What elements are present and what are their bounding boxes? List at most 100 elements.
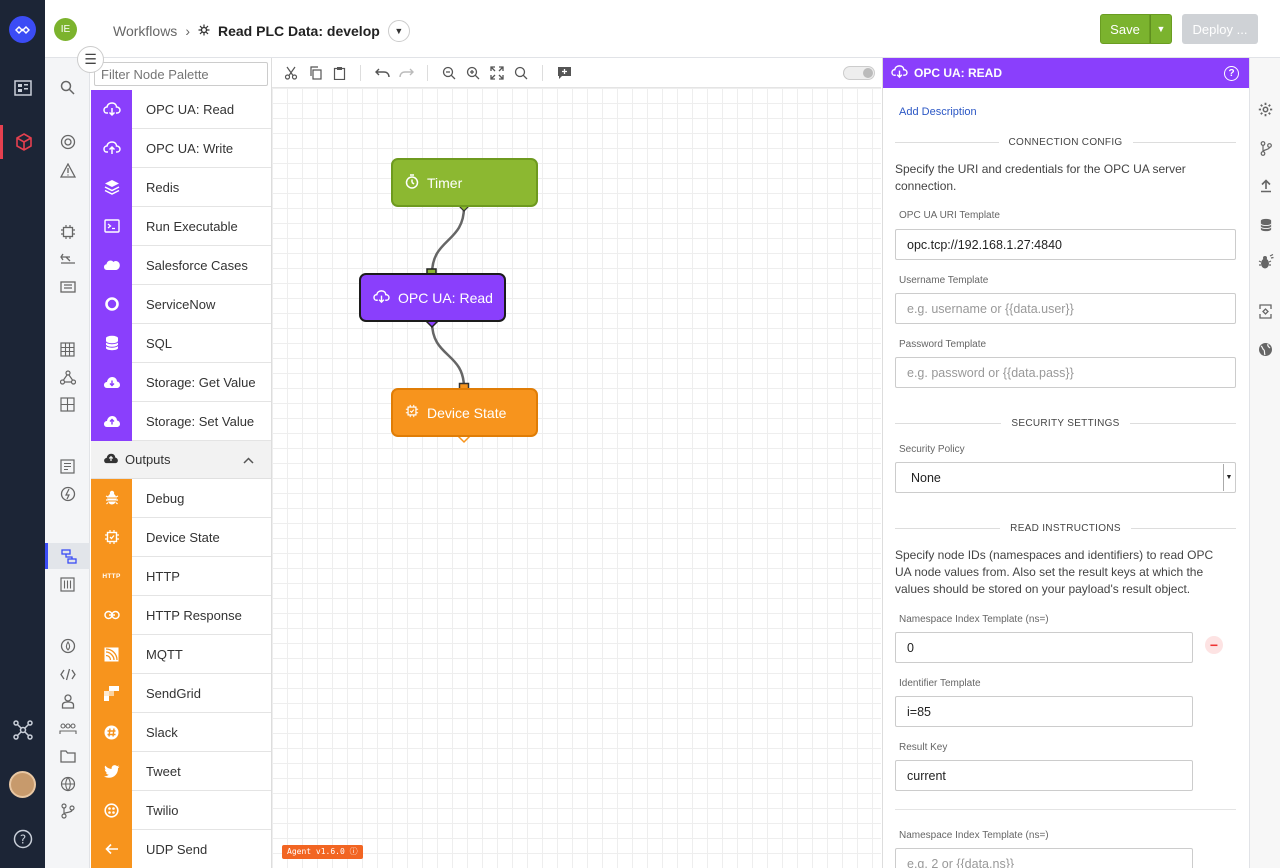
- palette-item-label: Device State: [146, 529, 220, 545]
- chevron-up-icon[interactable]: [243, 452, 254, 467]
- webhooks-icon[interactable]: [45, 274, 90, 300]
- palette-item-udp-send[interactable]: UDP Send: [91, 829, 271, 868]
- link-icon: [91, 595, 132, 635]
- palette-item-opcua-read[interactable]: OPC UA: Read: [91, 89, 271, 129]
- team-icon[interactable]: [45, 716, 90, 742]
- palette-item-storage-get-value[interactable]: Storage: Get Value: [91, 362, 271, 402]
- palette-item-label: MQTT: [146, 646, 183, 662]
- dashboards-icon[interactable]: [0, 71, 45, 105]
- palette-item-mqtt[interactable]: MQTT: [91, 634, 271, 674]
- slack-icon: [91, 712, 132, 752]
- edge-compute-chip-icon[interactable]: [45, 219, 90, 245]
- palette-item-opcua-write[interactable]: OPC UA: Write: [91, 128, 271, 168]
- palette-item-label: Storage: Get Value: [146, 374, 256, 390]
- node-device-state[interactable]: Device State: [391, 388, 538, 437]
- palette-item-run-executable[interactable]: Run Executable: [91, 206, 271, 246]
- workflow-version-dropdown-icon[interactable]: ▼: [387, 20, 410, 42]
- top-bar: IE Workflows › Read PLC Data: develop ▼ …: [45, 0, 1280, 58]
- opcua-uri-input[interactable]: opc.tcp://192.168.1.27:4840: [895, 229, 1236, 260]
- section-connection-config: CONNECTION CONFIG: [895, 135, 1236, 149]
- remove-instruction-icon[interactable]: −: [1205, 636, 1223, 654]
- folder-icon[interactable]: [45, 743, 90, 769]
- globe-icon[interactable]: [45, 771, 90, 797]
- help-icon[interactable]: ?: [1224, 65, 1239, 81]
- palette-item-label: Run Executable: [146, 218, 238, 234]
- app-nav-column: [45, 58, 90, 868]
- palette-item-http-response[interactable]: HTTP Response: [91, 595, 271, 635]
- security-policy-value: None: [911, 470, 941, 485]
- notebooks-icon[interactable]: [45, 633, 90, 659]
- device-state-icon: [91, 517, 132, 557]
- palette-item-slack[interactable]: Slack: [91, 712, 271, 752]
- versions-branch-icon[interactable]: [1250, 136, 1280, 160]
- palette-item-sendgrid[interactable]: SendGrid: [91, 673, 271, 713]
- data-tables-icon[interactable]: [45, 336, 90, 362]
- network-hub-icon[interactable]: [0, 713, 45, 747]
- code-icon[interactable]: [45, 661, 90, 687]
- save-button[interactable]: Save: [1100, 14, 1150, 44]
- events-warning-icon[interactable]: [45, 157, 90, 183]
- palette-item-servicenow[interactable]: ServiceNow: [91, 284, 271, 324]
- workflow-icon: [198, 23, 210, 39]
- menu-toggle-icon[interactable]: ☰: [77, 46, 104, 73]
- integrations-icon[interactable]: [45, 247, 90, 273]
- help-icon[interactable]: ?: [0, 822, 45, 856]
- palette-item-debug[interactable]: Debug: [91, 478, 271, 518]
- storage-database-icon[interactable]: [1250, 213, 1280, 237]
- resources-icon[interactable]: [45, 364, 90, 390]
- palette-item-label: Twilio: [146, 802, 179, 818]
- user-avatar[interactable]: [9, 771, 36, 798]
- agent-version-badge[interactable]: Agent v1.6.0 ⓘ: [282, 845, 363, 859]
- palette-item-sql[interactable]: SQL: [91, 323, 271, 363]
- org-badge[interactable]: IE: [54, 18, 77, 41]
- add-description-link[interactable]: Add Description: [899, 106, 977, 118]
- arrow-left-icon: [91, 829, 132, 868]
- palette-item-twilio[interactable]: Twilio: [91, 790, 271, 830]
- instruction-divider: [895, 809, 1236, 810]
- username-input[interactable]: e.g. username or {{data.user}}: [895, 293, 1236, 324]
- applications-cube-icon[interactable]: [0, 125, 45, 159]
- deploy-upload-icon[interactable]: [1250, 174, 1280, 198]
- globals-globe-icon[interactable]: [1250, 337, 1280, 361]
- palette-item-http[interactable]: HTTP HTTP: [91, 556, 271, 596]
- workflows-icon[interactable]: [45, 543, 90, 569]
- workflow-settings-icon[interactable]: [45, 571, 90, 597]
- node-label: Device State: [427, 404, 507, 421]
- experience-views-icon[interactable]: [45, 453, 90, 479]
- filter-node-palette-input[interactable]: [94, 62, 268, 86]
- identifier-input[interactable]: i=85: [895, 696, 1193, 727]
- palette-item-device-state[interactable]: Device State: [91, 517, 271, 557]
- palette-item-salesforce-cases[interactable]: Salesforce Cases: [91, 245, 271, 285]
- security-policy-select[interactable]: None ▼: [895, 462, 1236, 493]
- http-icon-label: HTTP: [102, 572, 121, 580]
- devices-icon[interactable]: [45, 129, 90, 155]
- debug-bug-icon[interactable]: [1250, 250, 1280, 274]
- workflow-canvas[interactable]: Timer OPC UA: Read Device State Agent v1…: [272, 58, 881, 868]
- breadcrumb-workflows-link[interactable]: Workflows: [113, 23, 177, 39]
- files-icon[interactable]: [45, 391, 90, 417]
- live-look-icon[interactable]: [1250, 299, 1280, 323]
- panel-tabs-rail: [1249, 58, 1280, 868]
- palette-item-tweet[interactable]: Tweet: [91, 751, 271, 791]
- save-dropdown-icon[interactable]: ▼: [1150, 14, 1172, 44]
- node-opcua-read[interactable]: OPC UA: Read: [359, 273, 506, 322]
- password-input[interactable]: e.g. password or {{data.pass}}: [895, 357, 1236, 388]
- node-timer[interactable]: Timer: [391, 158, 538, 207]
- losant-logo-icon[interactable]: [9, 16, 36, 43]
- deploy-button[interactable]: Deploy ...: [1182, 14, 1258, 44]
- namespace-index-input-2[interactable]: e.g. 2 or {{data.ns}}: [895, 848, 1193, 868]
- experience-endpoints-icon[interactable]: [45, 481, 90, 507]
- palette-item-storage-set-value[interactable]: Storage: Set Value: [91, 401, 271, 441]
- palette-item-redis[interactable]: Redis: [91, 167, 271, 207]
- namespace-index-input[interactable]: 0: [895, 632, 1193, 663]
- user-icon[interactable]: [45, 688, 90, 714]
- settings-gear-icon[interactable]: [1250, 97, 1280, 121]
- palette-group-outputs[interactable]: Outputs: [91, 441, 271, 479]
- palette-item-label: Slack: [146, 724, 178, 740]
- identifier-label: Identifier Template: [899, 678, 981, 689]
- palette-item-label: Storage: Set Value: [146, 413, 255, 429]
- result-key-input[interactable]: current: [895, 760, 1193, 791]
- read-instructions-help-text: Specify node IDs (namespaces and identif…: [895, 548, 1214, 596]
- git-branch-icon[interactable]: [45, 798, 90, 824]
- search-icon[interactable]: [45, 74, 90, 100]
